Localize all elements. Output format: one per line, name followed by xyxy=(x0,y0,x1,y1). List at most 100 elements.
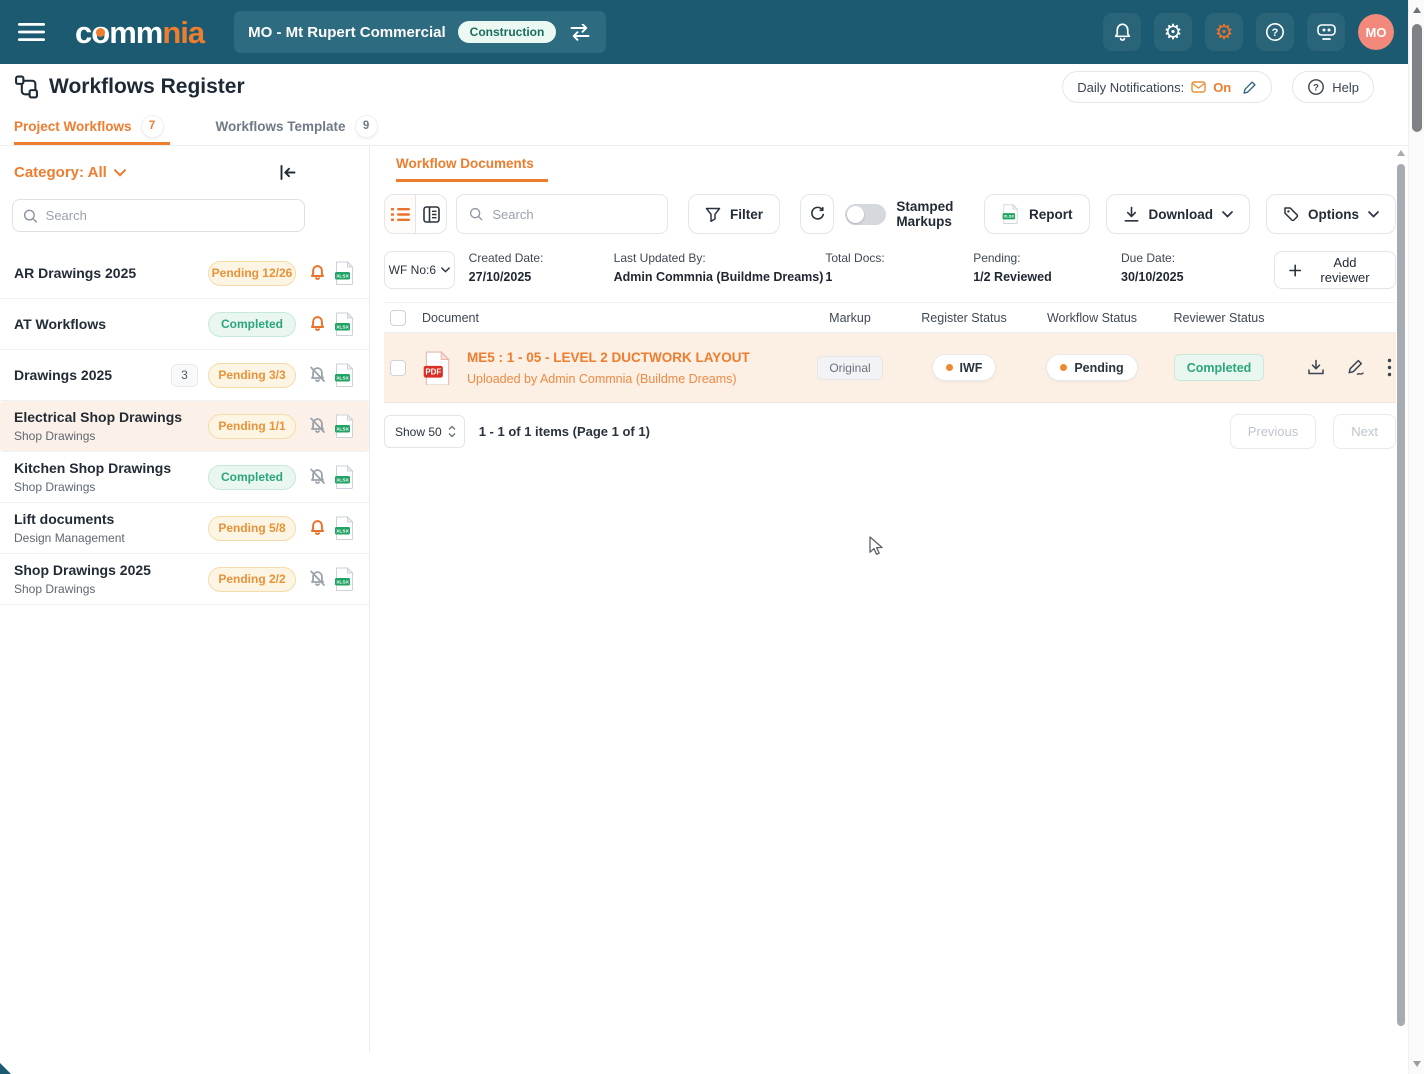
help-icon: ? xyxy=(1307,78,1325,96)
tab-project-workflows[interactable]: Project Workflows 7 xyxy=(14,110,170,145)
gear-orange-icon: ⚙ xyxy=(1215,22,1234,43)
help-circle-button[interactable]: ? xyxy=(1256,13,1294,51)
logo-text-2: o xyxy=(91,15,109,50)
category-label: Category: All xyxy=(14,164,107,181)
bell-muted-icon[interactable] xyxy=(309,468,326,486)
report-button[interactable]: XLSX Report xyxy=(984,194,1090,234)
meta-total-docs: Total Docs: 1 xyxy=(825,249,973,284)
documents-search-input[interactable] xyxy=(492,207,655,222)
document-row[interactable]: PDF ME5 : 1 - 05 - LEVEL 2 DUCTWORK LAYO… xyxy=(384,333,1396,403)
xlsx-file-icon[interactable]: XLSX xyxy=(334,261,355,285)
svg-text:XLSX: XLSX xyxy=(336,375,349,381)
download-button[interactable]: Download xyxy=(1106,194,1251,234)
workflow-documents-panel: Workflow Documents Filter xyxy=(370,146,1424,1052)
page-size-select[interactable]: Show 50 xyxy=(384,415,465,448)
bell-muted-icon[interactable] xyxy=(309,366,326,384)
search-icon xyxy=(23,208,38,224)
wf-number-dropdown[interactable]: WF No:6 xyxy=(384,251,455,289)
tab-workflows-template[interactable]: Workflows Template 9 xyxy=(216,110,384,145)
help-button[interactable]: ? Help xyxy=(1292,71,1374,103)
register-status-pill[interactable]: IWF xyxy=(932,354,997,381)
svg-text:PDF: PDF xyxy=(425,367,441,376)
app-window: commnia MO - Mt Rupert Commercial Constr… xyxy=(0,0,1424,1074)
xlsx-file-icon[interactable]: XLSX xyxy=(334,567,355,591)
filter-button[interactable]: Filter xyxy=(688,194,780,234)
select-all-checkbox[interactable] xyxy=(390,310,406,326)
navbar-actions: ⚙ ⚙ ? MO xyxy=(1103,13,1394,51)
meta-pending: Pending: 1/2 Reviewed xyxy=(973,249,1121,284)
sidebar-search-input[interactable] xyxy=(46,208,294,223)
bell-on-icon[interactable] xyxy=(309,264,326,282)
next-page-button[interactable]: Next xyxy=(1333,414,1396,449)
commnia-logo[interactable]: commnia xyxy=(75,17,204,48)
sidebar-item-lift-documents[interactable]: Lift documents Design Management Pending… xyxy=(0,503,369,554)
xlsx-file-icon[interactable]: XLSX xyxy=(334,465,355,489)
pagination-summary: 1 - 1 of 1 items (Page 1 of 1) xyxy=(479,424,650,439)
svg-text:XLSX: XLSX xyxy=(336,477,349,483)
xlsx-file-icon[interactable]: XLSX xyxy=(334,414,355,438)
row-edit-signature-icon[interactable] xyxy=(1346,359,1366,376)
list-view-button[interactable] xyxy=(385,195,416,233)
collapse-sidebar-icon[interactable] xyxy=(278,164,297,181)
sidebar-item-shop-drawings-2025[interactable]: Shop Drawings 2025 Shop Drawings Pending… xyxy=(0,554,369,605)
hamburger-menu-icon[interactable] xyxy=(18,22,45,42)
previous-page-button[interactable]: Previous xyxy=(1230,414,1317,449)
xlsx-file-icon[interactable]: XLSX xyxy=(334,363,355,387)
item-subtitle: Design Management xyxy=(14,531,202,545)
bell-muted-icon[interactable] xyxy=(309,570,326,588)
report-label: Report xyxy=(1029,207,1073,222)
documents-table-header: Document Markup Register Status Workflow… xyxy=(384,302,1396,333)
tab-workflow-documents[interactable]: Workflow Documents xyxy=(396,148,548,182)
robot-icon xyxy=(1315,22,1338,42)
swap-arrows-icon[interactable] xyxy=(568,24,592,41)
view-mode-toggle xyxy=(384,194,447,234)
xlsx-file-icon[interactable]: XLSX xyxy=(334,516,355,540)
project-phase-badge: Construction xyxy=(458,21,557,43)
chevron-down-icon xyxy=(1368,211,1379,218)
bell-on-icon[interactable] xyxy=(309,315,326,333)
project-selector[interactable]: MO - Mt Rupert Commercial Construction xyxy=(234,11,606,53)
notifications-bell-button[interactable] xyxy=(1103,13,1141,51)
document-title-link[interactable]: ME5 : 1 - 05 - LEVEL 2 DUCTWORK LAYOUT xyxy=(467,350,750,365)
item-title: Lift documents xyxy=(14,511,202,527)
sidebar-item-kitchen-shop-drawings[interactable]: Kitchen Shop Drawings Shop Drawings Comp… xyxy=(0,452,369,503)
row-checkbox[interactable] xyxy=(390,360,406,376)
bell-muted-icon[interactable] xyxy=(309,417,326,435)
admin-gear-button[interactable]: ⚙ xyxy=(1205,13,1243,51)
sidebar-item-drawings-2025[interactable]: Drawings 2025 3 Pending 3/3 XLSX xyxy=(0,350,369,401)
add-reviewer-button[interactable]: Add reviewer xyxy=(1274,251,1396,289)
sidebar-item-ar-drawings-2025[interactable]: AR Drawings 2025 Pending 12/26 XLSX xyxy=(0,248,369,299)
item-title: AR Drawings 2025 xyxy=(14,265,202,281)
sidebar-search[interactable] xyxy=(12,199,305,232)
status-badge: Pending 5/8 xyxy=(208,516,296,541)
bell-on-icon[interactable] xyxy=(309,519,326,537)
xlsx-file-icon[interactable]: XLSX xyxy=(334,312,355,336)
documents-search[interactable] xyxy=(456,194,668,234)
daily-notifications-label: Daily Notifications: xyxy=(1077,80,1184,95)
options-button[interactable]: Options xyxy=(1266,194,1396,234)
options-label: Options xyxy=(1308,207,1359,222)
inner-scrollbar[interactable] xyxy=(1397,150,1406,1048)
row-download-icon[interactable] xyxy=(1307,359,1325,376)
edit-pencil-icon[interactable] xyxy=(1242,80,1257,95)
stamped-markups-label: Stamped Markups xyxy=(896,199,984,229)
status-dot xyxy=(946,364,953,371)
search-icon xyxy=(469,206,483,222)
status-badge: Completed xyxy=(208,312,296,337)
assistant-robot-button[interactable] xyxy=(1307,13,1345,51)
stamped-markups-toggle[interactable] xyxy=(845,204,886,225)
daily-notifications-button[interactable]: Daily Notifications: On xyxy=(1062,71,1272,103)
download-icon xyxy=(1123,206,1140,223)
workflow-status-pill[interactable]: Pending xyxy=(1046,354,1137,381)
sidebar-item-electrical-shop-drawings[interactable]: Electrical Shop Drawings Shop Drawings P… xyxy=(0,401,369,452)
sidebar-item-at-workflows[interactable]: AT Workflows Completed XLSX xyxy=(0,299,369,350)
category-filter-dropdown[interactable]: Category: All xyxy=(14,164,126,181)
row-kebab-menu-icon[interactable] xyxy=(1387,358,1392,377)
status-badge: Pending 2/2 xyxy=(208,567,296,592)
refresh-button[interactable] xyxy=(800,194,834,234)
card-view-button[interactable] xyxy=(416,195,446,233)
svg-text:XLSX: XLSX xyxy=(336,579,349,585)
settings-gear-button[interactable]: ⚙ xyxy=(1154,13,1192,51)
user-avatar[interactable]: MO xyxy=(1358,14,1394,50)
outer-scrollbar[interactable] xyxy=(1408,0,1424,1074)
